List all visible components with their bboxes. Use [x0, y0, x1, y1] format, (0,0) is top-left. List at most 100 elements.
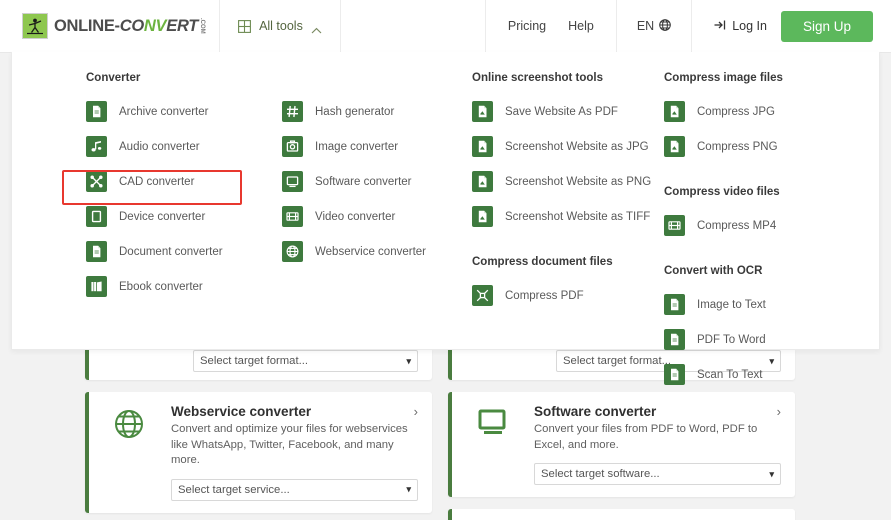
hash-icon	[282, 101, 303, 122]
menu-item-software-converter[interactable]: Software converter	[270, 164, 460, 199]
all-tools-tab[interactable]: All tools	[220, 0, 341, 52]
menu-item-cad-converter[interactable]: CAD converter	[74, 164, 270, 199]
globe-icon	[282, 241, 303, 262]
mega-menu-group-heading: Compress video files	[664, 186, 780, 198]
menu-item-label: Scan To Text	[697, 368, 763, 381]
menu-item-compress-mp4[interactable]: Compress MP4	[652, 208, 842, 243]
mega-menu-column-3: Online screenshot tools Save Website As P…	[460, 64, 652, 392]
card-software-converter[interactable]: › Software converter Convert your files …	[448, 392, 795, 498]
logo-online: ONLINE	[54, 16, 115, 35]
logo-wordmark: ONLINE-CONVERT	[54, 17, 198, 36]
language-selector[interactable]: EN	[615, 0, 693, 53]
menu-item-device-converter[interactable]: Device converter	[74, 199, 270, 234]
menu-item-screenshot-website-as-png[interactable]: Screenshot Website as PNG	[460, 164, 652, 199]
menu-item-screenshot-website-as-tiff[interactable]: Screenshot Website as TIFF	[460, 199, 652, 234]
video-icon	[664, 215, 685, 236]
grid-icon	[238, 19, 252, 33]
menu-item-label: Compress MP4	[697, 219, 777, 232]
document-icon	[86, 241, 107, 262]
mega-menu-group-heading: Compress image files	[664, 72, 783, 84]
select-label: Select target service...	[178, 483, 290, 496]
site-header: ONLINE-CONVERT .COM All tools Pricing He…	[0, 0, 891, 53]
menu-item-label: Audio converter	[119, 140, 200, 153]
music-note-icon	[86, 136, 107, 157]
menu-item-label: Device converter	[119, 210, 206, 223]
card-title: Webservice converter	[171, 404, 312, 419]
globe-icon	[659, 18, 672, 34]
menu-item-label: PDF To Word	[697, 333, 766, 346]
menu-item-scan-to-text[interactable]: Scan To Text	[652, 357, 842, 392]
menu-item-label: Save Website As PDF	[505, 105, 618, 118]
menu-item-label: Webservice converter	[315, 245, 426, 258]
login-button[interactable]: Log In	[714, 19, 767, 34]
archive-file-icon	[86, 101, 107, 122]
menu-item-audio-converter[interactable]: Audio converter	[74, 129, 270, 164]
menu-item-label: Compress PNG	[697, 140, 778, 153]
menu-item-image-to-text[interactable]: Image to Text	[652, 287, 842, 322]
menu-item-label: Screenshot Website as TIFF	[505, 210, 651, 223]
menu-item-label: Ebook converter	[119, 280, 203, 293]
document-icon	[664, 329, 685, 350]
menu-item-pdf-to-word[interactable]: PDF To Word	[652, 322, 842, 357]
menu-item-label: Video converter	[315, 210, 396, 223]
menu-item-label: Software converter	[315, 175, 412, 188]
mega-menu-column-2: Hash generator Image converter Software co…	[270, 64, 460, 392]
menu-item-compress-png[interactable]: Compress PNG	[652, 129, 842, 164]
all-tools-mega-menu: Converter Archive converter Audio converte…	[11, 52, 880, 385]
document-icon	[664, 294, 685, 315]
menu-item-label: Compress PDF	[505, 289, 584, 302]
menu-item-compress-pdf[interactable]: Compress PDF	[460, 278, 652, 313]
png-file-icon	[664, 136, 685, 157]
logo-v: V	[155, 16, 167, 35]
pdf-file-icon	[472, 101, 493, 122]
page-root: Select target format... ▾ › Webservice c…	[0, 0, 891, 520]
card-arrow-icon: ›	[776, 404, 781, 419]
image-icon	[282, 136, 303, 157]
logo-n: N	[143, 16, 156, 35]
card-ebook-converter-partial[interactable]: › Ebook converter	[448, 509, 795, 520]
site-logo[interactable]: ONLINE-CONVERT .COM	[0, 0, 221, 53]
compress-icon	[472, 285, 493, 306]
select-target-software[interactable]: Select target software... ▾	[534, 463, 781, 486]
menu-item-label: Compress JPG	[697, 105, 775, 118]
signup-button[interactable]: Sign Up	[780, 10, 873, 42]
mega-menu-heading-spacer	[270, 64, 460, 92]
menu-item-label: CAD converter	[119, 175, 195, 188]
video-icon	[282, 206, 303, 227]
menu-item-archive-converter[interactable]: Archive converter	[74, 94, 270, 129]
menu-item-screenshot-website-as-jpg[interactable]: Screenshot Website as JPG	[460, 129, 652, 164]
jpg-file-icon	[664, 101, 685, 122]
header-auth-area: Log In Sign Up	[692, 10, 891, 42]
all-tools-label: All tools	[259, 19, 303, 33]
menu-item-video-converter[interactable]: Video converter	[270, 199, 460, 234]
menu-item-document-converter[interactable]: Document converter	[74, 234, 270, 269]
mega-menu-group-heading: Online screenshot tools	[472, 72, 603, 84]
menu-item-label: Archive converter	[119, 105, 209, 118]
select-target-service[interactable]: Select target service... ▾	[171, 478, 418, 501]
mega-menu-group-heading: Converter	[86, 72, 141, 84]
device-icon	[86, 206, 107, 227]
cad-icon	[86, 171, 107, 192]
globe-icon	[103, 404, 155, 501]
mega-menu-columns: Converter Archive converter Audio converte…	[12, 64, 879, 392]
card-description: Convert and optimize your files for webs…	[171, 423, 408, 467]
card-webservice-converter[interactable]: › Webservice converter Convert and optim…	[85, 392, 432, 513]
logo-com-suffix: .COM	[199, 18, 206, 34]
help-link[interactable]: Help	[568, 19, 594, 33]
logo-ert: ERT	[166, 16, 199, 35]
menu-item-compress-jpg[interactable]: Compress JPG	[652, 94, 842, 129]
mega-menu-column-1: Converter Archive converter Audio converte…	[74, 64, 270, 392]
menu-item-image-converter[interactable]: Image converter	[270, 129, 460, 164]
select-label: Select target software...	[541, 468, 660, 481]
menu-item-webservice-converter[interactable]: Webservice converter	[270, 234, 460, 269]
menu-item-save-website-as-pdf[interactable]: Save Website As PDF	[460, 94, 652, 129]
mega-menu-column-4: Compress image files Compress JPG Compress…	[652, 64, 842, 392]
menu-item-label: Hash generator	[315, 105, 395, 118]
menu-item-ebook-converter[interactable]: Ebook converter	[74, 269, 270, 304]
login-arrow-icon	[714, 19, 727, 34]
document-icon	[664, 364, 685, 385]
language-label: EN	[636, 19, 655, 33]
menu-item-hash-generator[interactable]: Hash generator	[270, 94, 460, 129]
menu-item-label: Image to Text	[697, 298, 766, 311]
pricing-link[interactable]: Pricing	[508, 19, 546, 33]
